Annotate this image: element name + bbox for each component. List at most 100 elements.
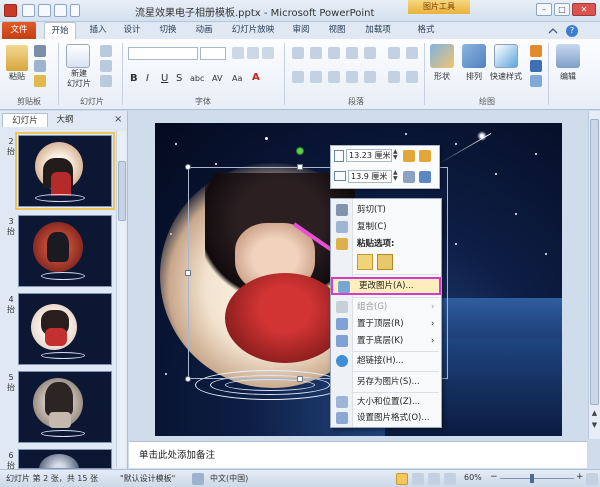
increase-indent-icon[interactable]	[346, 47, 358, 59]
slideshow-icon[interactable]	[444, 473, 456, 485]
menu-cut[interactable]: 剪切(T)	[331, 202, 441, 218]
tab-review[interactable]: 审阅	[288, 22, 314, 39]
resize-handle[interactable]	[185, 270, 191, 276]
help-icon[interactable]: ?	[566, 25, 578, 37]
quick-styles-icon[interactable]	[494, 44, 518, 68]
tab-slideshow[interactable]: 幻灯片放映	[228, 22, 278, 39]
notes-pane[interactable]: 单击此处添加备注	[129, 441, 587, 468]
paste-keep-format-icon[interactable]	[357, 254, 373, 270]
shadow-button[interactable]: abc	[190, 74, 204, 83]
close-button[interactable]: ✕	[572, 3, 596, 16]
shrink-font-icon[interactable]	[247, 47, 259, 59]
font-name-dropdown[interactable]	[128, 47, 198, 60]
bring-forward-icon[interactable]	[403, 150, 415, 162]
font-color-button[interactable]: A	[252, 72, 260, 83]
align-left-icon[interactable]	[292, 71, 304, 83]
prev-slide-icon[interactable]: ▲	[590, 409, 599, 418]
height-input[interactable]: 13.23 厘米	[346, 149, 392, 162]
undo-icon[interactable]	[38, 4, 51, 17]
slide-sorter-icon[interactable]	[412, 473, 424, 485]
menu-hyperlink[interactable]: 超链接(H)...	[331, 353, 441, 369]
tab-transitions[interactable]: 切换	[154, 22, 182, 39]
normal-view-icon[interactable]	[396, 473, 408, 485]
menu-bring-to-front[interactable]: 置于顶层(R) ›	[331, 316, 441, 332]
font-size-dropdown[interactable]	[200, 47, 226, 60]
slide-thumbnail-3[interactable]	[18, 215, 112, 287]
menu-save-as-picture[interactable]: 另存为图片(S)...	[331, 374, 441, 390]
rotate-handle[interactable]	[296, 147, 304, 155]
tab-addins[interactable]: 加载项	[360, 22, 396, 39]
menu-send-to-back[interactable]: 置于底层(K) ›	[331, 333, 441, 349]
width-spinner[interactable]: ▲ ▼	[393, 170, 399, 183]
tab-slides-pane[interactable]: 幻灯片	[2, 113, 48, 127]
shape-outline-icon[interactable]	[530, 60, 542, 72]
minimize-button[interactable]: –	[536, 3, 552, 16]
shapes-icon[interactable]	[430, 44, 454, 68]
line-spacing-icon[interactable]	[364, 47, 376, 59]
decrease-indent-icon[interactable]	[328, 47, 340, 59]
next-slide-icon[interactable]: ▼	[590, 421, 599, 430]
zoom-out-button[interactable]: −	[490, 472, 498, 482]
align-text-icon[interactable]	[406, 47, 418, 59]
bullets-icon[interactable]	[292, 47, 304, 59]
align-right-icon[interactable]	[328, 71, 340, 83]
language[interactable]: 中文(中国)	[210, 473, 248, 484]
close-pane-button[interactable]: ×	[114, 114, 122, 125]
menu-format-picture[interactable]: 设置图片格式(O)...	[331, 410, 441, 426]
clear-format-icon[interactable]	[262, 47, 274, 59]
smartart-icon[interactable]	[406, 71, 418, 83]
resize-handle[interactable]	[297, 164, 303, 170]
spelling-icon[interactable]	[192, 473, 204, 485]
arrange-button[interactable]: 排列	[460, 71, 488, 82]
crop-icon[interactable]	[403, 171, 415, 183]
shape-outline-icon[interactable]	[419, 171, 431, 183]
new-slide-button[interactable]: 新建 幻灯片	[60, 69, 98, 89]
numbering-icon[interactable]	[310, 47, 322, 59]
tab-view[interactable]: 视图	[324, 22, 350, 39]
paste-button[interactable]: 粘贴	[4, 71, 30, 82]
width-input[interactable]: 13.9 厘米	[348, 170, 392, 183]
zoom-slider[interactable]	[500, 478, 574, 479]
justify-icon[interactable]	[346, 71, 358, 83]
grow-font-icon[interactable]	[232, 47, 244, 59]
height-spinner[interactable]: ▲ ▼	[393, 149, 399, 162]
customize-quick-access-icon[interactable]	[70, 4, 80, 17]
cut-icon[interactable]	[34, 45, 46, 57]
arrange-icon[interactable]	[462, 44, 486, 68]
tab-outline-pane[interactable]: 大纲	[50, 113, 80, 127]
text-direction-icon[interactable]	[388, 47, 400, 59]
strikethrough-button[interactable]: S	[176, 73, 182, 84]
format-painter-icon[interactable]	[34, 75, 46, 87]
redo-icon[interactable]	[54, 4, 67, 17]
fit-to-window-icon[interactable]	[586, 473, 598, 485]
slide-thumbnail-4[interactable]	[18, 293, 112, 365]
canvas-scrollbar[interactable]: ▲ ▼	[588, 111, 600, 439]
align-center-icon[interactable]	[310, 71, 322, 83]
resize-handle[interactable]	[185, 376, 191, 382]
menu-group[interactable]: 组合(G) ›	[331, 299, 441, 315]
powerpoint-logo-icon[interactable]	[4, 4, 17, 17]
section-icon[interactable]	[100, 75, 112, 87]
new-slide-icon[interactable]	[66, 44, 90, 68]
italic-button[interactable]: I	[146, 73, 149, 84]
distribute-icon[interactable]	[364, 71, 376, 83]
tab-design[interactable]: 设计	[118, 22, 146, 39]
shape-fill-icon[interactable]	[530, 45, 542, 57]
tab-home[interactable]: 开始	[44, 22, 76, 39]
save-icon[interactable]	[22, 4, 35, 17]
char-spacing-button[interactable]: AV	[212, 74, 222, 83]
find-icon[interactable]	[556, 44, 580, 68]
layout-icon[interactable]	[100, 45, 112, 57]
zoom-in-button[interactable]: +	[576, 472, 584, 482]
maximize-button[interactable]: □	[554, 3, 570, 16]
reading-view-icon[interactable]	[428, 473, 440, 485]
bold-button[interactable]: B	[130, 73, 138, 84]
edit-button[interactable]: 编辑	[552, 71, 584, 82]
resize-handle[interactable]	[297, 376, 303, 382]
zoom-level[interactable]: 60%	[464, 473, 482, 482]
scrollbar-thumb[interactable]	[590, 119, 599, 405]
menu-change-picture[interactable]: 更改图片(A)...	[331, 277, 441, 295]
menu-copy[interactable]: 复制(C)	[331, 219, 441, 235]
slides-pane-scrollbar[interactable]	[116, 131, 126, 467]
menu-size-position[interactable]: 大小和位置(Z)...	[331, 394, 441, 410]
